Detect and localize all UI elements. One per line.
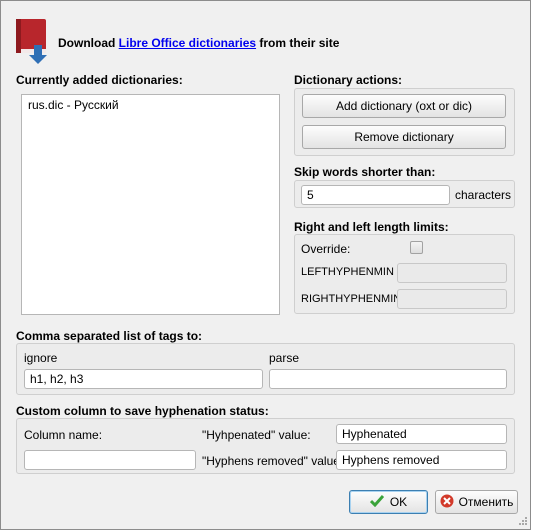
custom-column-heading: Custom column to save hyphenation status… [16,404,269,418]
righthyphenmin-label: RIGHTHYPHENMIN [301,293,402,305]
ok-label: OK [389,495,408,509]
actions-heading: Dictionary actions: [294,73,403,87]
column-name-input[interactable] [24,450,196,470]
skip-heading: Skip words shorter than: [294,165,436,179]
header-text-after: from their site [256,36,340,50]
dictionary-book-icon [14,17,52,65]
cancel-x-icon [440,494,454,511]
skip-length-input[interactable]: 5 [301,185,450,205]
ignore-tags-input[interactable]: h1, h2, h3 [24,369,263,389]
list-item[interactable]: rus.dic - Русский [28,98,119,112]
lefthyphenmin-label: LEFTHYPHENMIN [301,266,394,278]
skip-unit-label: characters [455,188,512,202]
tags-heading: Comma separated list of tags to: [16,329,203,343]
resize-grip-icon[interactable] [516,514,528,526]
cancel-button[interactable]: Отменить [435,490,518,514]
hyphenated-value-input[interactable]: Hyphenated [336,424,507,444]
parse-tags-input[interactable] [269,369,507,389]
dialog-window: Download Libre Office dictionaries from … [0,0,531,530]
limits-heading: Right and left length limits: [294,220,449,234]
header-text: Download Libre Office dictionaries from … [58,36,339,50]
dictionaries-heading: Currently added dictionaries: [16,73,183,87]
cancel-label: Отменить [458,495,514,509]
remove-dictionary-button[interactable]: Remove dictionary [302,125,506,149]
hyphens-removed-input[interactable]: Hyphens removed [336,450,507,470]
parse-label: parse [269,351,300,365]
checkmark-icon [369,494,384,510]
override-label: Override: [301,242,351,256]
add-dictionary-button[interactable]: Add dictionary (oxt or dic) [302,94,506,118]
ignore-label: ignore [24,351,58,365]
ok-button[interactable]: OK [349,490,428,514]
lefthyphenmin-input[interactable] [397,263,507,283]
dictionaries-list[interactable]: rus.dic - Русский [21,94,280,315]
header-text-before: Download [58,36,119,50]
override-checkbox[interactable] [410,241,423,254]
hyphenated-value-label: "Hyhpenated" value: [202,428,311,442]
libreoffice-dictionaries-link[interactable]: Libre Office dictionaries [119,36,256,50]
hyphens-removed-label: "Hyphens removed" value: [202,454,344,468]
column-name-label: Column name: [24,428,103,442]
righthyphenmin-input[interactable] [397,289,507,309]
